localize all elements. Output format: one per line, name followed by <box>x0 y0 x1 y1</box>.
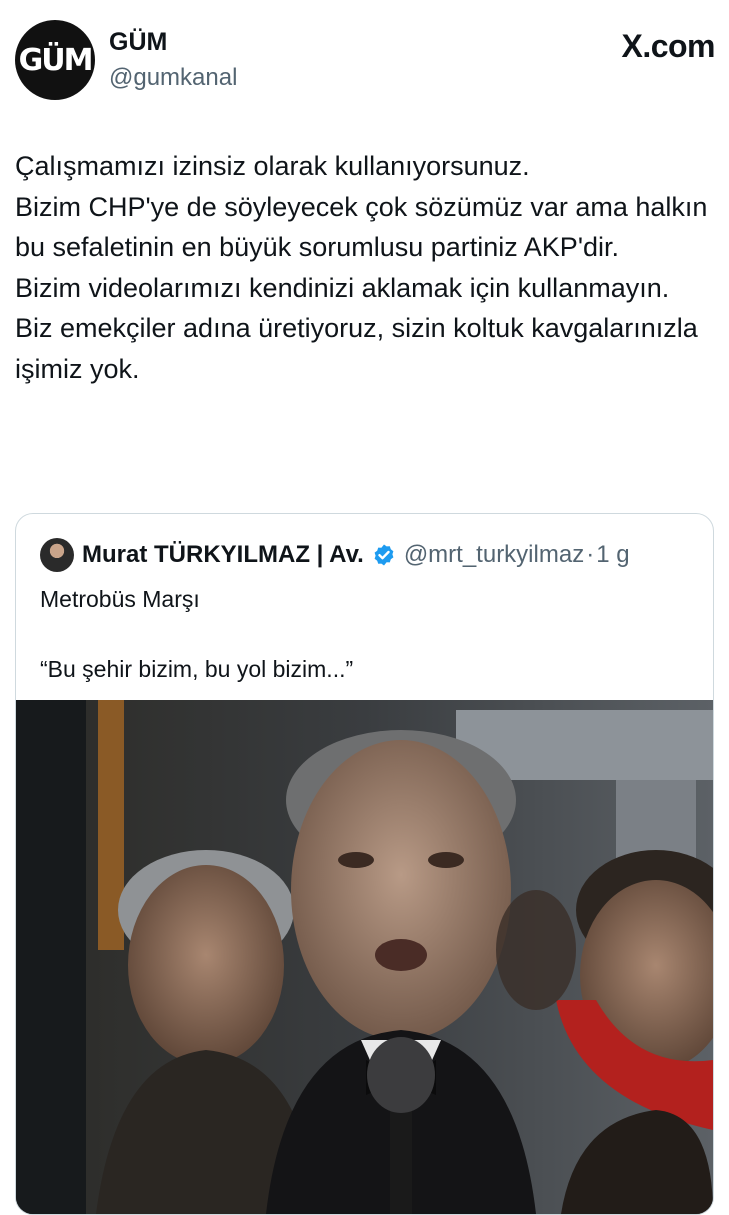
quoted-tweet-card[interactable]: Murat TÜRKYILMAZ | Av. @mrt_turkyilmaz ·… <box>15 513 714 1215</box>
quoted-author-name[interactable]: Murat TÜRKYILMAZ | Av. <box>82 541 364 569</box>
quoted-media-image[interactable] <box>16 700 713 1214</box>
quoted-author-handle[interactable]: @mrt_turkyilmaz <box>404 541 584 569</box>
tweet-header: GÜM GÜM @gumkanal X.com <box>15 18 715 102</box>
account-handle[interactable]: @gumkanal <box>109 64 237 92</box>
quoted-text-line: “Bu şehir bizim, bu yol bizim...” <box>40 656 354 682</box>
tweet-line: Bizim CHP'ye de söyleyecek çok sözümüz v… <box>15 191 708 263</box>
tweet-line: Bizim videolarımızı kendinizi aklamak iç… <box>15 272 670 303</box>
quoted-timestamp[interactable]: 1 g <box>596 541 629 569</box>
account-avatar-logo[interactable]: GÜM <box>15 20 95 100</box>
source-label: X.com <box>621 28 715 64</box>
media-illustration <box>16 700 713 1214</box>
account-name[interactable]: GÜM <box>109 28 167 57</box>
dot-separator: · <box>586 541 595 568</box>
quoted-text-line: Metrobüs Marşı <box>40 586 200 612</box>
tweet-text: Çalışmamızı izinsiz olarak kullanıyorsun… <box>15 146 715 389</box>
verified-badge-icon <box>374 544 394 566</box>
tweet-line: Biz emekçiler adına üretiyoruz, sizin ko… <box>15 313 698 384</box>
quoted-tweet-header: Murat TÜRKYILMAZ | Av. @mrt_turkyilmaz ·… <box>40 538 630 572</box>
quoted-avatar[interactable] <box>40 538 74 572</box>
tweet-line: Çalışmamızı izinsiz olarak kullanıyorsun… <box>15 151 530 181</box>
